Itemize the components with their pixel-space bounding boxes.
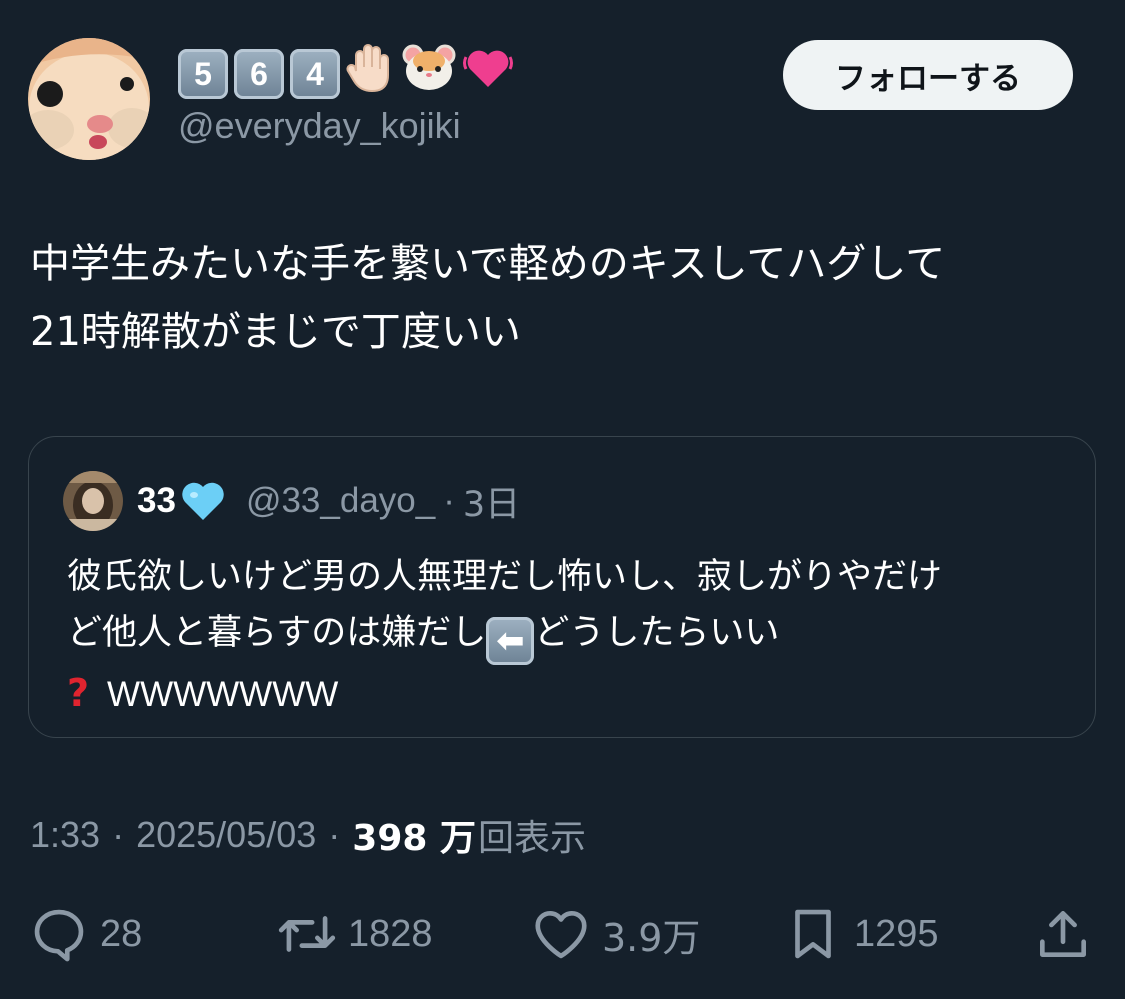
retweet-button[interactable]: 1828 [276, 896, 433, 972]
separator-dot: · [112, 814, 125, 855]
share-button[interactable] [1032, 896, 1094, 972]
reply-button[interactable]: 28 [28, 896, 142, 972]
quote-header: 33 @33_dayo_ · 3日 [137, 475, 520, 527]
quoted-tweet[interactable]: 33 @33_dayo_ · 3日 彼氏欲しいけど男の人無理だし怖いし、寂しがり… [28, 436, 1096, 738]
quote-text-line: ? WWWWWWW [67, 665, 1077, 723]
action-bar: 28 1828 3.9万 1295 [0, 896, 1125, 972]
keycap-digit: 6 [234, 49, 284, 99]
follow-button[interactable]: フォローする [783, 40, 1073, 110]
quote-timestamp[interactable]: 3日 [463, 476, 520, 527]
share-icon [1040, 911, 1086, 957]
tweet-date[interactable]: 2025/05/03 [136, 814, 316, 856]
reply-icon [34, 909, 84, 962]
tweet-meta: 1:33 · 2025/05/03 · 398 万 回表示 [30, 810, 586, 860]
quote-text-segment: どうしたらいい [534, 613, 780, 653]
tweet-text: 中学生みたいな手を繋いで軽めのキスしてハグして 21時解散がまじで丁度いい [30, 230, 1100, 366]
bookmark-icon [795, 909, 831, 959]
retweet-icon [278, 916, 336, 952]
separator-dot: · [443, 481, 455, 520]
quote-text: 彼氏欲しいけど男の人無理だし怖いし、寂しがりやだけ ど他人と暮らすのは嫌だし ⬅ ど… [67, 549, 1077, 723]
quote-author-name[interactable]: 33 [137, 481, 176, 521]
quote-text-line: 彼氏欲しいけど男の人無理だし怖いし、寂しがりやだけ [67, 557, 943, 597]
beating-heart-icon [462, 41, 514, 108]
raised-hand-icon [346, 41, 396, 108]
keycap-digit: 4 [290, 49, 340, 99]
like-count: 3.9万 [602, 915, 701, 960]
red-question-mark-icon: ? [67, 671, 90, 715]
hamster-face-icon [402, 41, 456, 108]
reply-count: 28 [100, 912, 143, 955]
keycap-digit: 5 [178, 49, 228, 99]
separator-dot: · [328, 814, 341, 855]
tweet-time[interactable]: 1:33 [30, 814, 100, 856]
quote-text-segment: WWWWWWW [107, 675, 339, 714]
quote-author-avatar[interactable] [63, 471, 123, 531]
author-avatar[interactable] [28, 38, 150, 160]
heart-icon [535, 911, 587, 959]
quote-text-segment: ど他人と暮らすのは嫌だし [67, 613, 487, 653]
light-blue-heart-icon [180, 478, 226, 524]
author-display-name[interactable]: 5 6 4 [178, 43, 514, 102]
bookmark-count: 1295 [854, 912, 939, 955]
retweet-count: 1828 [348, 912, 433, 955]
left-arrow-icon: ⬅ [486, 617, 535, 665]
author-handle[interactable]: @everyday_kojiki [178, 104, 461, 148]
quote-text-line: ど他人と暮らすのは嫌だし ⬅ どうしたらいい [67, 605, 1077, 665]
bookmark-button[interactable]: 1295 [782, 896, 939, 972]
tweet-text-line: 中学生みたいな手を繋いで軽めのキスしてハグして [30, 241, 946, 287]
view-label: 回表示 [477, 818, 586, 859]
tweet-text-line: 21時解散がまじで丁度いい [30, 309, 521, 355]
like-button[interactable]: 3.9万 [530, 896, 700, 972]
view-count: 398 万 [352, 818, 476, 859]
quote-author-handle[interactable]: @33_dayo_ [246, 481, 435, 521]
